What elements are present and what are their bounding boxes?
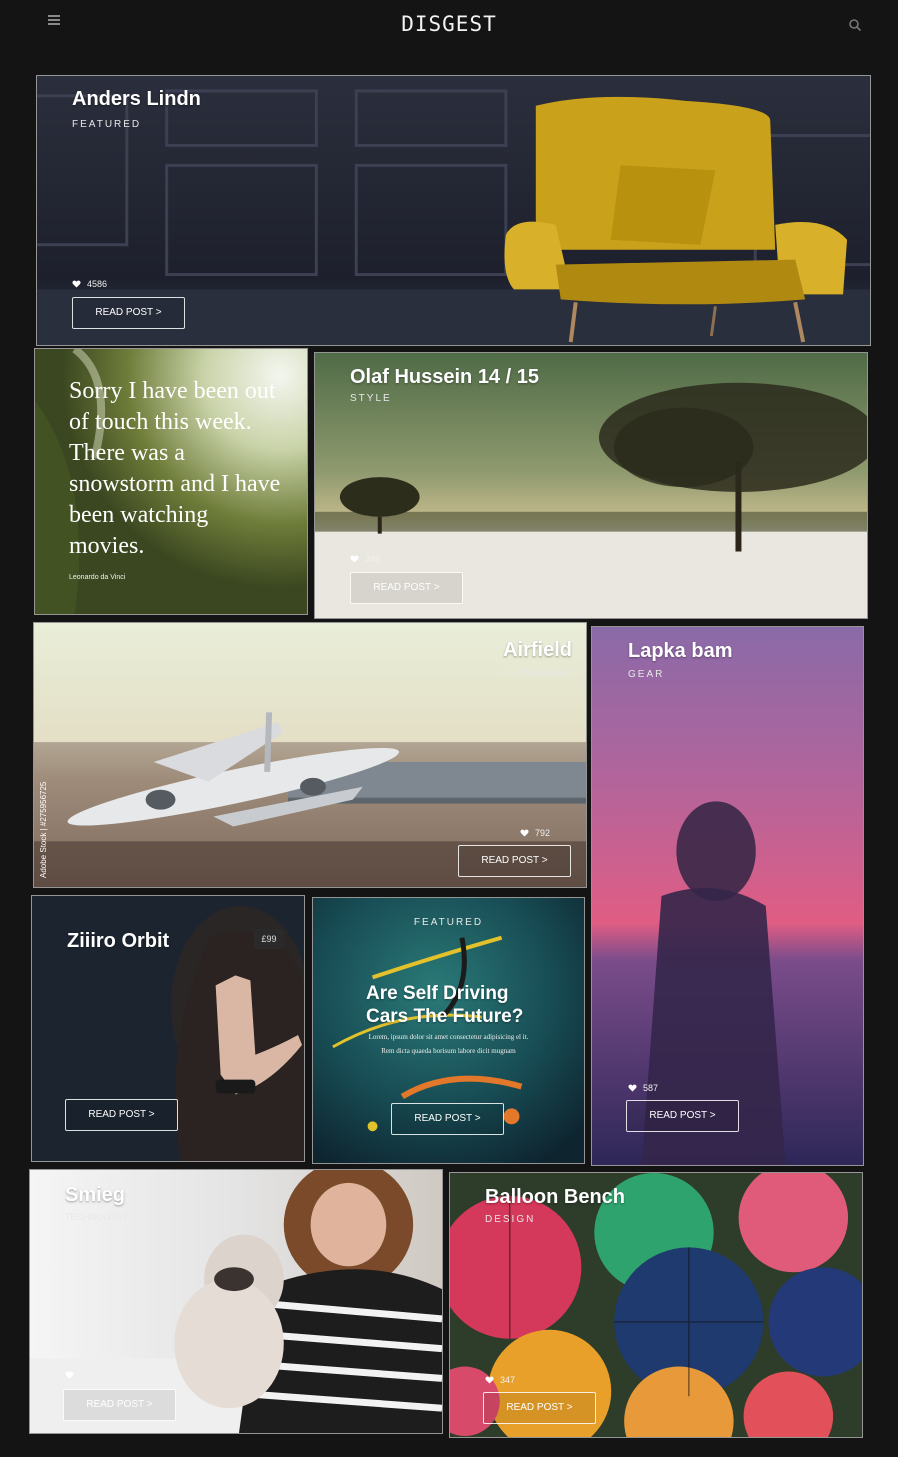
post-card-olaf-hussein[interactable]: Olaf Hussein 14 / 15 STYLE 245 READ POST… <box>314 352 868 619</box>
top-bar: DISGEST <box>0 0 898 60</box>
heart-icon <box>72 280 81 288</box>
post-title-line2[interactable]: Cars The Future? <box>366 1006 523 1028</box>
post-card-smieg[interactable]: Smieg TECHNOLOGY 856 READ POST > <box>29 1169 443 1434</box>
like-count-value: 856 <box>80 1370 96 1380</box>
read-post-button[interactable]: READ POST > <box>350 572 463 604</box>
like-count[interactable]: 587 <box>628 1083 658 1093</box>
like-count-value: 587 <box>643 1083 659 1093</box>
read-post-button[interactable]: READ POST > <box>483 1392 596 1424</box>
post-category[interactable]: FEATURED <box>313 917 584 928</box>
post-card-self-driving[interactable]: FEATURED Are Self Driving Cars The Futur… <box>312 897 585 1164</box>
search-icon[interactable] <box>848 18 862 32</box>
post-card-airfield[interactable]: Adobe Stock | #275956725 Airfield PHOTOG… <box>33 622 587 888</box>
post-card-balloon-bench[interactable]: Balloon Bench DESIGN 347 READ POST > <box>449 1172 863 1438</box>
heart-icon <box>628 1084 637 1092</box>
post-title[interactable]: Ziiiro Orbit <box>67 930 169 953</box>
read-post-button[interactable]: READ POST > <box>458 845 571 877</box>
post-excerpt-line2: Rem dicta quaeda borisum labore dicit mu… <box>381 1047 516 1055</box>
like-count-value: 347 <box>500 1375 516 1385</box>
post-title[interactable]: Olaf Hussein 14 / 15 <box>350 366 539 389</box>
post-title[interactable]: Smieg <box>65 1184 125 1207</box>
post-category[interactable]: DESIGN <box>485 1214 535 1225</box>
quote-card[interactable]: Sorry I have been out of touch this week… <box>34 348 308 615</box>
like-count[interactable]: 4586 <box>72 279 107 289</box>
like-count-value: 245 <box>365 554 381 564</box>
read-post-button[interactable]: READ POST > <box>65 1099 178 1131</box>
post-title[interactable]: Anders Lindn <box>72 88 201 111</box>
read-post-button[interactable]: READ POST > <box>63 1389 176 1421</box>
read-post-button[interactable]: READ POST > <box>72 297 185 329</box>
like-count[interactable]: 245 <box>350 554 380 564</box>
post-category[interactable]: STYLE <box>350 393 392 404</box>
quote-text: Sorry I have been out of touch this week… <box>69 378 281 559</box>
like-count-value: 792 <box>535 828 551 838</box>
price-badge: £99 <box>254 929 284 949</box>
like-count[interactable]: 856 <box>65 1370 95 1380</box>
post-category[interactable]: GEAR <box>628 669 664 680</box>
heart-icon <box>485 1376 494 1384</box>
post-title[interactable]: Airfield <box>503 639 572 662</box>
post-title[interactable]: Balloon Bench <box>485 1186 625 1209</box>
post-category[interactable]: PHOTOGRAPHY <box>502 668 572 678</box>
like-count[interactable]: 347 <box>485 1375 515 1385</box>
heart-icon <box>65 1371 74 1379</box>
post-card-lapka-bam[interactable]: Lapka bam GEAR 587 READ POST > <box>591 626 864 1166</box>
post-title-line1[interactable]: Are Self Driving <box>366 983 509 1005</box>
site-logo[interactable]: DISGEST <box>0 12 898 36</box>
post-card-ziiiro-orbit[interactable]: Ziiiro Orbit £99 READ POST > <box>31 895 305 1162</box>
like-count-value: 4586 <box>87 279 108 289</box>
heart-icon <box>350 555 359 563</box>
like-count[interactable]: 792 <box>520 828 550 838</box>
post-category[interactable]: TECHNOLOGY <box>65 1212 128 1222</box>
post-excerpt-line1: Lorem, ipsum dolor sit amet consectetur … <box>368 1033 529 1041</box>
post-card-anders-lindn[interactable]: Anders Lindn FEATURED 4586 READ POST > <box>36 75 871 346</box>
post-title[interactable]: Lapka bam <box>628 640 732 663</box>
heart-icon <box>520 829 529 837</box>
read-post-button[interactable]: READ POST > <box>626 1100 739 1132</box>
watermark-text: Adobe Stock | #275956725 <box>39 781 48 878</box>
post-category[interactable]: FEATURED <box>72 119 141 130</box>
quote-author: Leonardo da Vinci <box>69 574 126 581</box>
read-post-button[interactable]: READ POST > <box>391 1103 504 1135</box>
